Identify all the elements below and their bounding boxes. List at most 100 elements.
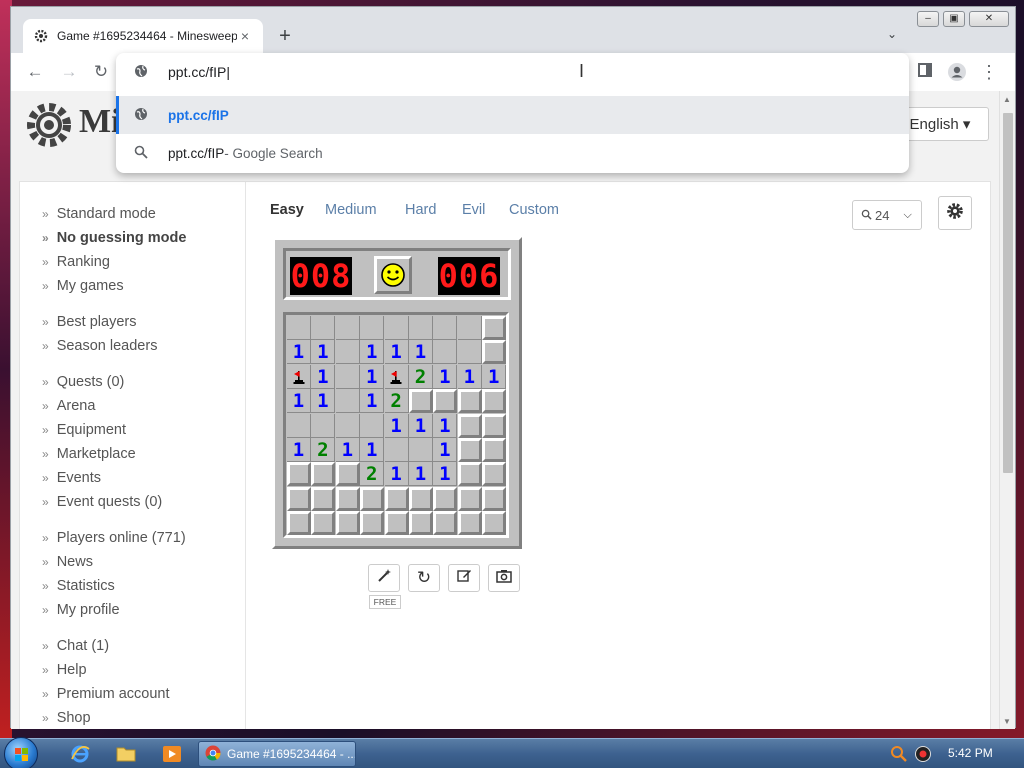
number-cell[interactable]: 1 — [409, 340, 433, 365]
number-cell[interactable]: 1 — [409, 462, 433, 487]
file-explorer-icon[interactable] — [108, 743, 144, 765]
opened-empty-cell[interactable] — [287, 316, 311, 340]
opened-empty-cell[interactable] — [409, 438, 433, 462]
number-cell[interactable]: 1 — [311, 364, 336, 389]
page-scrollbar[interactable]: ▲ ▼ — [999, 91, 1015, 729]
sidebar-item-event-quests[interactable]: » Event quests (0) — [42, 494, 162, 510]
sidebar-item-my-games[interactable]: » My games — [42, 278, 124, 294]
closed-cell[interactable] — [384, 486, 409, 511]
closed-cell[interactable] — [433, 511, 458, 536]
opened-empty-cell[interactable] — [311, 413, 336, 438]
sidebar-item-events[interactable]: » Events — [42, 470, 101, 486]
number-cell[interactable]: 1 — [287, 389, 311, 414]
start-button[interactable] — [4, 737, 38, 768]
tab-medium[interactable]: Medium — [325, 202, 377, 218]
closed-cell[interactable] — [384, 511, 409, 536]
closed-cell[interactable] — [482, 389, 507, 414]
opened-empty-cell[interactable] — [335, 389, 360, 414]
browser-tab[interactable]: Game #1695234464 - Minesweeper × — [23, 19, 263, 53]
sidebar-item-shop[interactable]: » Shop — [42, 710, 91, 726]
opened-empty-cell[interactable] — [433, 340, 458, 365]
sidebar-item-arena[interactable]: » Arena — [42, 398, 95, 414]
opened-empty-cell[interactable] — [360, 316, 385, 340]
closed-cell[interactable] — [311, 511, 336, 536]
sidebar-item-my-profile[interactable]: » My profile — [42, 602, 120, 618]
number-cell[interactable]: 1 — [360, 438, 385, 462]
closed-cell[interactable] — [457, 511, 482, 536]
opened-empty-cell[interactable] — [311, 316, 336, 340]
closed-cell[interactable] — [287, 486, 311, 511]
tray-record-icon[interactable] — [914, 745, 932, 763]
opened-empty-cell[interactable] — [384, 316, 409, 340]
closed-cell[interactable] — [409, 389, 433, 414]
closed-cell[interactable] — [335, 486, 360, 511]
taskbar-chrome-app[interactable]: Game #1695234464 - ... — [198, 741, 356, 767]
number-cell[interactable]: 1 — [360, 389, 385, 414]
closed-cell[interactable] — [457, 462, 482, 487]
closed-cell[interactable] — [287, 511, 311, 536]
back-arrow-icon[interactable]: ← — [25, 62, 45, 82]
site-logo-gear-icon[interactable] — [25, 101, 73, 149]
closed-cell[interactable] — [433, 486, 458, 511]
sidebar-item-quests[interactable]: » Quests (0) — [42, 374, 124, 390]
suggestion-search[interactable]: ppt.cc/fIP - Google Search — [116, 134, 909, 172]
number-cell[interactable]: 1 — [287, 340, 311, 365]
closed-cell[interactable] — [311, 462, 336, 487]
number-cell[interactable]: 1 — [360, 340, 385, 365]
closed-cell[interactable] — [335, 511, 360, 536]
number-cell[interactable]: 1 — [287, 438, 311, 462]
number-cell[interactable]: 1 — [360, 364, 385, 389]
number-cell[interactable]: 1 — [457, 364, 482, 389]
flag-icon[interactable] — [384, 364, 409, 389]
hint-wand-button[interactable]: FREE — [368, 564, 401, 609]
number-cell[interactable]: 1 — [433, 438, 458, 462]
side-panel-icon[interactable] — [915, 62, 935, 82]
opened-empty-cell[interactable] — [360, 413, 385, 438]
number-cell[interactable]: 1 — [311, 340, 336, 365]
media-player-icon[interactable] — [154, 743, 190, 765]
scrollbar-thumb[interactable] — [1003, 113, 1013, 473]
number-cell[interactable]: 1 — [311, 389, 336, 414]
sidebar-item-marketplace[interactable]: » Marketplace — [42, 446, 136, 462]
closed-cell[interactable] — [433, 389, 458, 414]
scroll-up-arrow-icon[interactable]: ▲ — [1003, 95, 1011, 104]
sidebar-item-statistics[interactable]: » Statistics — [42, 578, 115, 594]
close-window-button[interactable]: ✕ — [969, 11, 1009, 27]
opened-empty-cell[interactable] — [335, 316, 360, 340]
number-cell[interactable]: 1 — [335, 438, 360, 462]
system-clock[interactable]: 5:42 PM — [948, 746, 993, 760]
closed-cell[interactable] — [482, 413, 507, 438]
sidebar-item-best-players[interactable]: » Best players — [42, 314, 136, 330]
closed-cell[interactable] — [457, 486, 482, 511]
tab-close-icon[interactable]: × — [237, 28, 253, 44]
address-bar[interactable]: ppt.cc/fIP | — [116, 53, 909, 91]
sidebar-item-chat[interactable]: » Chat (1) — [42, 638, 109, 654]
suggestion-url[interactable]: ppt.cc/fIP — [116, 96, 909, 134]
smiley-face-button[interactable] — [374, 256, 412, 294]
number-cell[interactable]: 1 — [482, 364, 507, 389]
maximize-window-button[interactable]: ▣ — [943, 11, 965, 27]
sidebar-item-equipment[interactable]: » Equipment — [42, 422, 126, 438]
closed-cell[interactable] — [360, 511, 385, 536]
zoom-select[interactable]: 24 ⌵ — [852, 200, 922, 230]
opened-empty-cell[interactable] — [335, 364, 360, 389]
opened-empty-cell[interactable] — [457, 316, 482, 340]
sidebar-item-no-guessing-mode[interactable]: » No guessing mode — [42, 230, 186, 246]
tab-easy[interactable]: Easy — [270, 202, 304, 218]
closed-cell[interactable] — [311, 486, 336, 511]
site-logo-text[interactable]: Mi — [79, 103, 121, 141]
address-input-text[interactable]: ppt.cc/fIP — [168, 64, 226, 80]
closed-cell[interactable] — [482, 438, 507, 462]
closed-cell[interactable] — [409, 511, 433, 536]
profile-avatar-icon[interactable] — [947, 62, 967, 82]
forward-arrow-icon[interactable]: → — [59, 62, 79, 82]
closed-cell[interactable] — [457, 389, 482, 414]
reload-icon[interactable]: ↻ — [91, 62, 111, 82]
opened-empty-cell[interactable] — [287, 413, 311, 438]
edit-button[interactable] — [448, 564, 480, 592]
number-cell[interactable]: 1 — [384, 462, 409, 487]
tab-hard[interactable]: Hard — [405, 202, 436, 218]
opened-empty-cell[interactable] — [384, 438, 409, 462]
opened-empty-cell[interactable] — [457, 340, 482, 365]
scroll-down-arrow-icon[interactable]: ▼ — [1003, 717, 1011, 726]
